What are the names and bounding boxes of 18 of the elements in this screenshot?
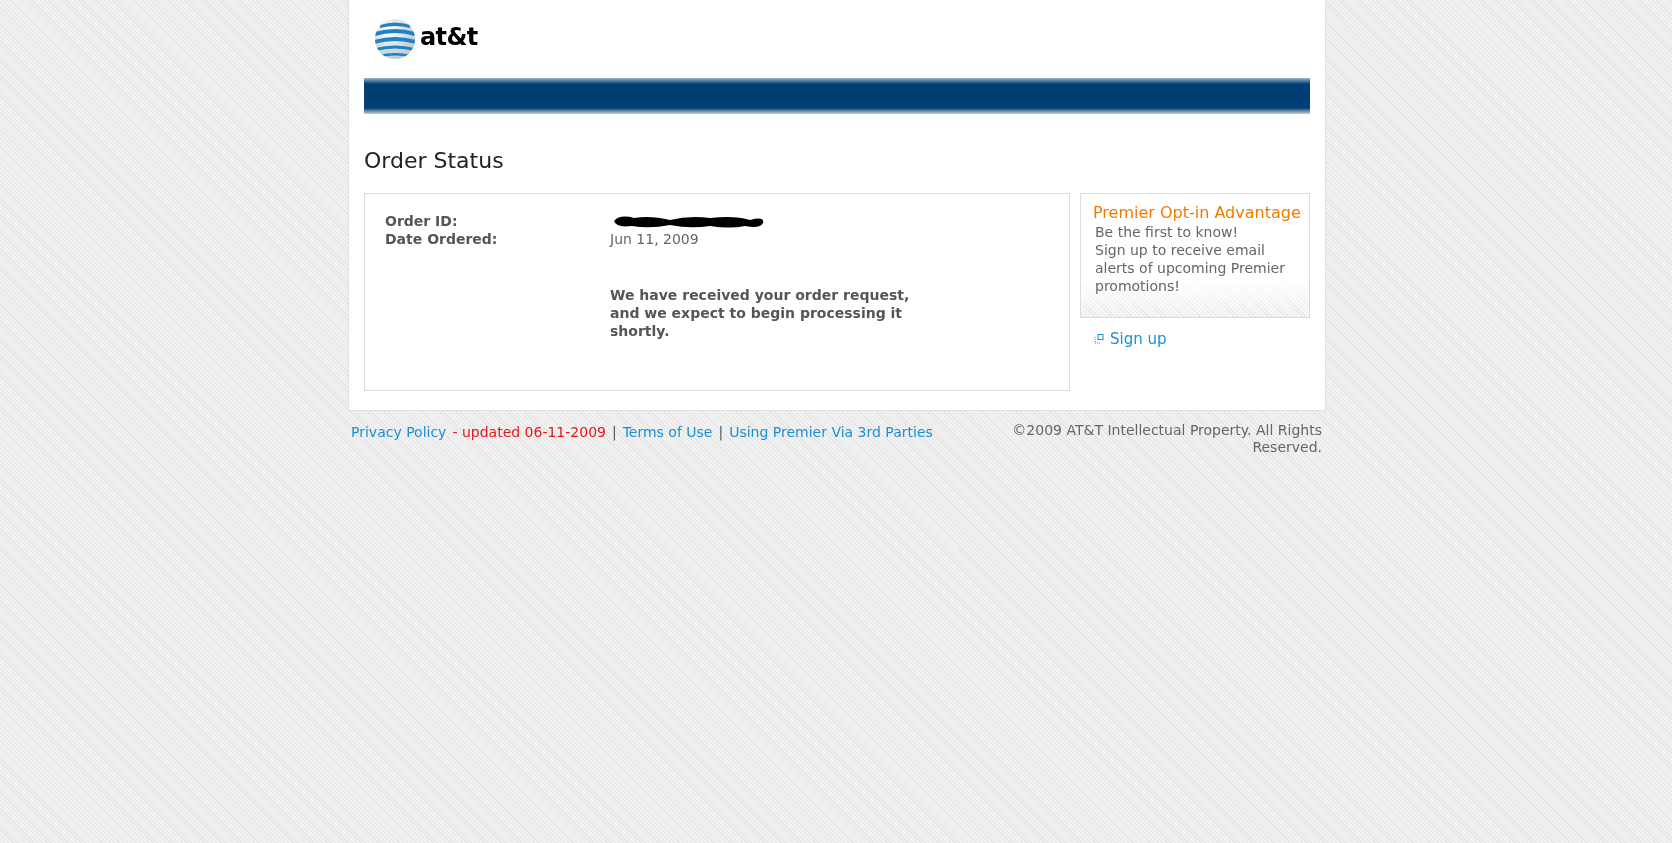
field-label: Order ID: <box>385 211 459 231</box>
promo-text: Be the first to know! <box>1094 223 1239 241</box>
logo-wordmark: at&t <box>420 25 478 49</box>
separator: | <box>718 423 724 443</box>
separator: | <box>611 423 617 443</box>
page-title: Order Status <box>364 147 505 175</box>
footer-link[interactable]: Using Premier Via 3rd Parties <box>729 422 933 443</box>
order-message: We have received your order request, and we expect to begin processing it shortly. <box>610 286 911 340</box>
footer-link[interactable]: Privacy Policy <box>351 422 447 443</box>
field-value: Jun 11, 2009 <box>610 229 699 249</box>
promo-text: Sign up to receive email alerts of upcoming Premier promotions! <box>1094 241 1286 295</box>
copyright-text: ©2009 AT&T Intellectual Property. All Rights Reserved. <box>1011 422 1322 456</box>
updated-note: - updated 06-11-2009 <box>452 423 606 442</box>
footer-link[interactable]: Terms of Use <box>622 422 713 443</box>
globe-logo-icon <box>374 18 416 60</box>
sign-up-link[interactable]: Sign up <box>1110 328 1167 351</box>
popup-window-icon <box>1094 334 1104 345</box>
field-label: Date Ordered: <box>385 229 499 249</box>
